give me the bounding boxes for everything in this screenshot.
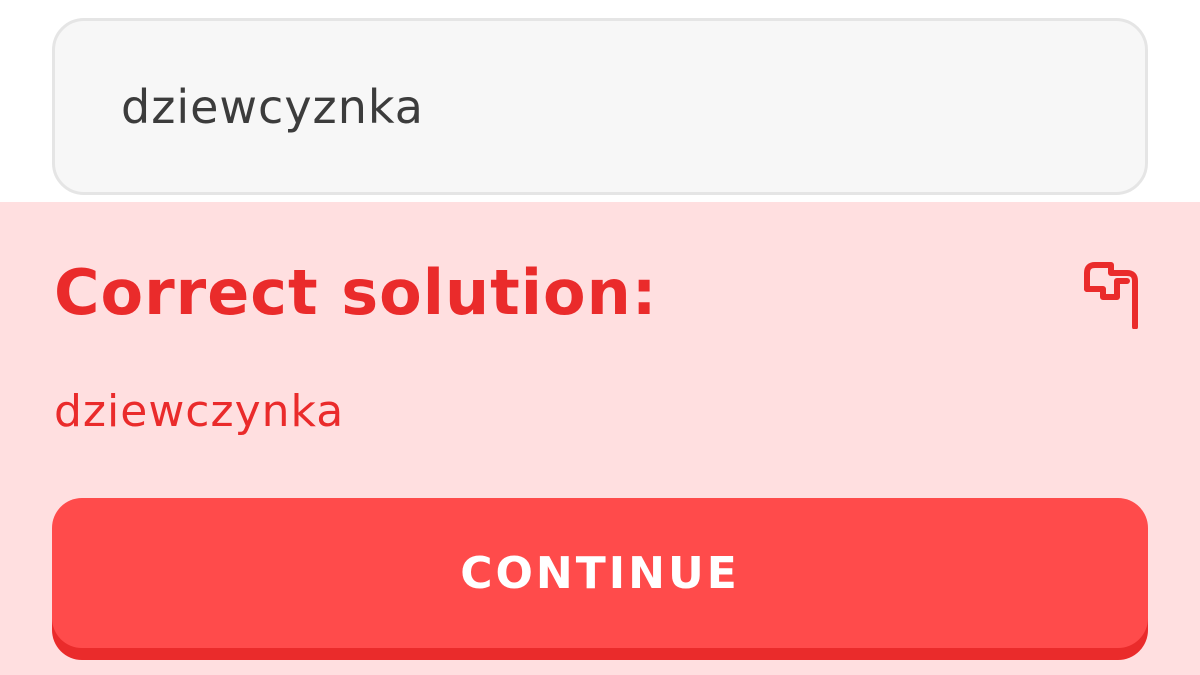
continue-button[interactable]: CONTINUE (52, 498, 1148, 648)
answer-input[interactable]: dziewcyznka (52, 18, 1148, 195)
continue-button-label: CONTINUE (460, 547, 740, 599)
flag-icon (1084, 262, 1138, 329)
report-button[interactable] (1072, 256, 1148, 332)
exercise-screen: dziewcyznka Correct solution: dziewczynk… (0, 0, 1200, 675)
feedback-panel: Correct solution: dziewczynka CONTINUE (0, 202, 1200, 675)
correct-solution-text: dziewczynka (54, 386, 345, 437)
feedback-title: Correct solution: (54, 256, 658, 329)
